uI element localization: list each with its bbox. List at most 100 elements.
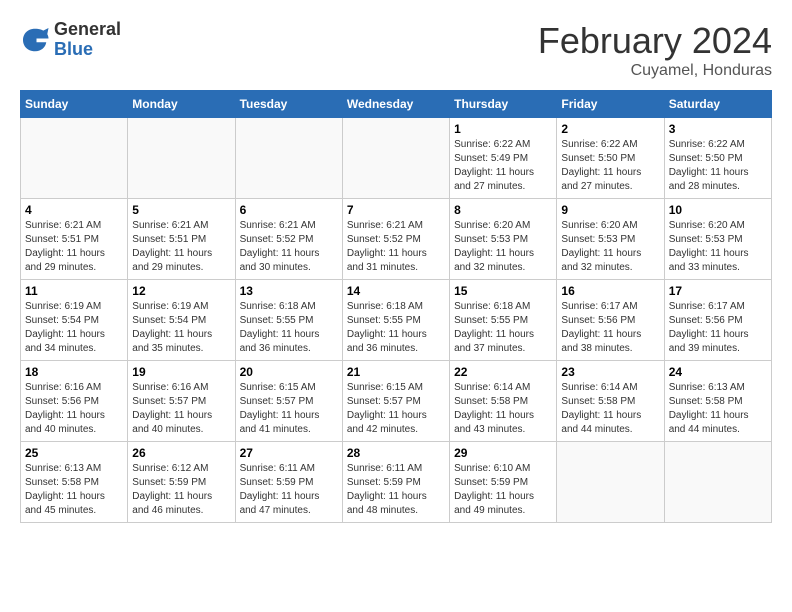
calendar-cell: 19 Sunrise: 6:16 AMSunset: 5:57 PMDayligh…: [128, 361, 235, 442]
cell-info: Sunrise: 6:18 AMSunset: 5:55 PMDaylight:…: [347, 300, 445, 356]
cell-info: Sunrise: 6:20 AMSunset: 5:53 PMDaylight:…: [561, 219, 659, 275]
day-number: 15: [454, 284, 552, 298]
cell-info: Sunrise: 6:18 AMSunset: 5:55 PMDaylight:…: [240, 300, 338, 356]
day-number: 9: [561, 203, 659, 217]
col-header-sunday: Sunday: [21, 91, 128, 118]
day-number: 19: [132, 365, 230, 379]
cell-info: Sunrise: 6:17 AMSunset: 5:56 PMDaylight:…: [669, 300, 767, 356]
cell-info: Sunrise: 6:14 AMSunset: 5:58 PMDaylight:…: [454, 381, 552, 437]
calendar-cell: 14 Sunrise: 6:18 AMSunset: 5:55 PMDayligh…: [342, 280, 449, 361]
cell-info: Sunrise: 6:22 AMSunset: 5:50 PMDaylight:…: [669, 138, 767, 194]
day-number: 18: [25, 365, 123, 379]
calendar-cell: 24Sunrise: 6:13 AMSunset: 5:58 PMDayligh…: [664, 361, 771, 442]
logo-icon: [20, 25, 50, 55]
calendar-cell: [128, 118, 235, 199]
day-number: 25: [25, 446, 123, 460]
cell-info: Sunrise: 6:19 AMSunset: 5:54 PMDaylight:…: [25, 300, 123, 356]
calendar-cell: 17 Sunrise: 6:17 AMSunset: 5:56 PMDayligh…: [664, 280, 771, 361]
month-title: February 2024: [538, 20, 772, 62]
day-number: 23: [561, 365, 659, 379]
calendar-week-row: 1Sunrise: 6:22 AMSunset: 5:49 PMDaylight…: [21, 118, 772, 199]
col-header-thursday: Thursday: [450, 91, 557, 118]
day-number: 10: [669, 203, 767, 217]
cell-info: Sunrise: 6:21 AMSunset: 5:51 PMDaylight:…: [25, 219, 123, 275]
cell-info: Sunrise: 6:11 AMSunset: 5:59 PMDaylight:…: [240, 462, 338, 518]
calendar-cell: 28 Sunrise: 6:11 AMSunset: 5:59 PMDayligh…: [342, 442, 449, 523]
calendar-cell: [21, 118, 128, 199]
logo: General Blue: [20, 20, 121, 60]
day-number: 27: [240, 446, 338, 460]
calendar-cell: 27 Sunrise: 6:11 AMSunset: 5:59 PMDayligh…: [235, 442, 342, 523]
calendar-week-row: 18 Sunrise: 6:16 AMSunset: 5:56 PMDayligh…: [21, 361, 772, 442]
cell-info: Sunrise: 6:13 AMSunset: 5:58 PMDaylight:…: [669, 381, 767, 437]
day-number: 1: [454, 122, 552, 136]
day-number: 14: [347, 284, 445, 298]
calendar-cell: 29 Sunrise: 6:10 AMSunset: 5:59 PMDayligh…: [450, 442, 557, 523]
day-number: 11: [25, 284, 123, 298]
calendar-cell: [664, 442, 771, 523]
cell-info: Sunrise: 6:19 AMSunset: 5:54 PMDaylight:…: [132, 300, 230, 356]
day-number: 26: [132, 446, 230, 460]
cell-info: Sunrise: 6:21 AMSunset: 5:52 PMDaylight:…: [240, 219, 338, 275]
calendar-cell: 7 Sunrise: 6:21 AMSunset: 5:52 PMDaylight…: [342, 199, 449, 280]
col-header-monday: Monday: [128, 91, 235, 118]
day-number: 16: [561, 284, 659, 298]
day-number: 5: [132, 203, 230, 217]
calendar-cell: 15Sunrise: 6:18 AMSunset: 5:55 PMDayligh…: [450, 280, 557, 361]
day-number: 12: [132, 284, 230, 298]
title-block: February 2024 Cuyamel, Honduras: [538, 20, 772, 80]
calendar-cell: 4 Sunrise: 6:21 AMSunset: 5:51 PMDaylight…: [21, 199, 128, 280]
calendar-cell: 10Sunrise: 6:20 AMSunset: 5:53 PMDayligh…: [664, 199, 771, 280]
calendar-cell: 20Sunrise: 6:15 AMSunset: 5:57 PMDayligh…: [235, 361, 342, 442]
cell-info: Sunrise: 6:15 AMSunset: 5:57 PMDaylight:…: [240, 381, 338, 437]
col-header-wednesday: Wednesday: [342, 91, 449, 118]
calendar-cell: 16 Sunrise: 6:17 AMSunset: 5:56 PMDayligh…: [557, 280, 664, 361]
calendar-cell: 21Sunrise: 6:15 AMSunset: 5:57 PMDayligh…: [342, 361, 449, 442]
calendar-cell: 25 Sunrise: 6:13 AMSunset: 5:58 PMDayligh…: [21, 442, 128, 523]
cell-info: Sunrise: 6:21 AMSunset: 5:52 PMDaylight:…: [347, 219, 445, 275]
day-number: 6: [240, 203, 338, 217]
calendar-cell: 22Sunrise: 6:14 AMSunset: 5:58 PMDayligh…: [450, 361, 557, 442]
calendar-header-row: SundayMondayTuesdayWednesdayThursdayFrid…: [21, 91, 772, 118]
cell-info: Sunrise: 6:13 AMSunset: 5:58 PMDaylight:…: [25, 462, 123, 518]
day-number: 17: [669, 284, 767, 298]
calendar-cell: 8 Sunrise: 6:20 AMSunset: 5:53 PMDaylight…: [450, 199, 557, 280]
calendar-week-row: 4 Sunrise: 6:21 AMSunset: 5:51 PMDaylight…: [21, 199, 772, 280]
location-subtitle: Cuyamel, Honduras: [538, 62, 772, 80]
day-number: 8: [454, 203, 552, 217]
day-number: 2: [561, 122, 659, 136]
calendar-table: SundayMondayTuesdayWednesdayThursdayFrid…: [20, 90, 772, 523]
day-number: 3: [669, 122, 767, 136]
calendar-cell: 2 Sunrise: 6:22 AMSunset: 5:50 PMDaylight…: [557, 118, 664, 199]
calendar-cell: 18 Sunrise: 6:16 AMSunset: 5:56 PMDayligh…: [21, 361, 128, 442]
logo-blue-text: Blue: [54, 40, 121, 60]
calendar-cell: 9 Sunrise: 6:20 AMSunset: 5:53 PMDaylight…: [557, 199, 664, 280]
cell-info: Sunrise: 6:14 AMSunset: 5:58 PMDaylight:…: [561, 381, 659, 437]
cell-info: Sunrise: 6:16 AMSunset: 5:57 PMDaylight:…: [132, 381, 230, 437]
col-header-friday: Friday: [557, 91, 664, 118]
cell-info: Sunrise: 6:10 AMSunset: 5:59 PMDaylight:…: [454, 462, 552, 518]
cell-info: Sunrise: 6:17 AMSunset: 5:56 PMDaylight:…: [561, 300, 659, 356]
logo-general-text: General: [54, 20, 121, 40]
cell-info: Sunrise: 6:12 AMSunset: 5:59 PMDaylight:…: [132, 462, 230, 518]
cell-info: Sunrise: 6:21 AMSunset: 5:51 PMDaylight:…: [132, 219, 230, 275]
calendar-week-row: 25 Sunrise: 6:13 AMSunset: 5:58 PMDayligh…: [21, 442, 772, 523]
day-number: 7: [347, 203, 445, 217]
calendar-cell: [235, 118, 342, 199]
calendar-week-row: 11 Sunrise: 6:19 AMSunset: 5:54 PMDayligh…: [21, 280, 772, 361]
col-header-saturday: Saturday: [664, 91, 771, 118]
calendar-cell: 12 Sunrise: 6:19 AMSunset: 5:54 PMDayligh…: [128, 280, 235, 361]
cell-info: Sunrise: 6:16 AMSunset: 5:56 PMDaylight:…: [25, 381, 123, 437]
calendar-cell: [342, 118, 449, 199]
cell-info: Sunrise: 6:22 AMSunset: 5:50 PMDaylight:…: [561, 138, 659, 194]
page-header: General Blue February 2024 Cuyamel, Hond…: [20, 20, 772, 80]
day-number: 28: [347, 446, 445, 460]
cell-info: Sunrise: 6:11 AMSunset: 5:59 PMDaylight:…: [347, 462, 445, 518]
cell-info: Sunrise: 6:15 AMSunset: 5:57 PMDaylight:…: [347, 381, 445, 437]
calendar-cell: 23 Sunrise: 6:14 AMSunset: 5:58 PMDayligh…: [557, 361, 664, 442]
day-number: 29: [454, 446, 552, 460]
cell-info: Sunrise: 6:20 AMSunset: 5:53 PMDaylight:…: [454, 219, 552, 275]
day-number: 4: [25, 203, 123, 217]
col-header-tuesday: Tuesday: [235, 91, 342, 118]
logo-text: General Blue: [54, 20, 121, 60]
